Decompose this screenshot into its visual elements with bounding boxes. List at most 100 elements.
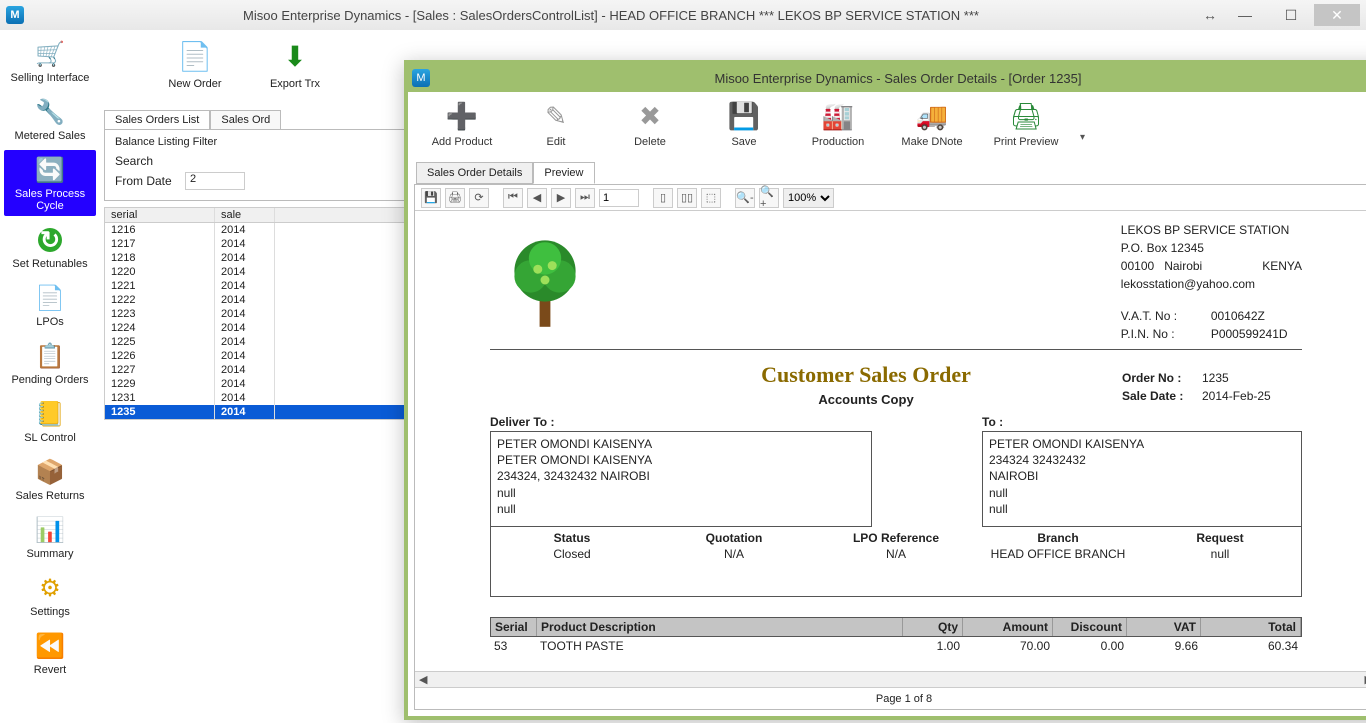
add-product-button[interactable]: ➕ Add Product	[426, 98, 498, 148]
toolbar-label: Print Preview	[994, 136, 1059, 148]
print-button[interactable]: 🖨	[445, 188, 465, 208]
toolbar-label: Production	[812, 136, 865, 148]
zoom-in-button[interactable]: 🔍+	[759, 188, 779, 208]
save-report-button[interactable]: 💾	[421, 188, 441, 208]
toolbar-label: Save	[731, 136, 756, 148]
nav-label: Sales Process Cycle	[6, 188, 94, 212]
new-order-icon: 📄	[175, 36, 215, 76]
page-width-button[interactable]: ⬚	[701, 188, 721, 208]
col-sale[interactable]: sale	[215, 208, 275, 222]
nav-set-retunables[interactable]: ↻Set Retunables	[4, 220, 96, 274]
status-box: StatusClosedQuotationN/ALPO ReferenceN/A…	[490, 527, 1302, 597]
company-info: LEKOS BP SERVICE STATION P.O. Box 12345 …	[1121, 215, 1302, 345]
ledger-icon: 📒	[30, 398, 70, 430]
report-meta: Order No :1235 Sale Date :2014-Feb-25	[1122, 371, 1302, 407]
print-dropdown-icon[interactable]: ▾	[1080, 118, 1085, 143]
tab-sales-order-details[interactable]: Sales Order Details	[416, 162, 533, 184]
horizontal-scrollbar[interactable]: ◀▶	[415, 671, 1366, 687]
nav-summary[interactable]: 📊Summary	[4, 510, 96, 564]
zoom-select[interactable]: 100%	[783, 188, 834, 208]
zoom-out-button[interactable]: 🔍-	[735, 188, 755, 208]
app-icon: M	[6, 6, 24, 24]
nav-label: Metered Sales	[15, 130, 86, 142]
nav-metered-sales[interactable]: 🔧 Metered Sales	[4, 92, 96, 146]
delete-button[interactable]: ✖Delete	[614, 98, 686, 148]
to-box: PETER OMONDI KAISENYA234324 32432432NAIR…	[982, 431, 1302, 527]
add-product-icon: ➕	[443, 98, 481, 134]
export-trx-button[interactable]: ⬇Export Trx	[260, 30, 330, 90]
nav-sales-process-cycle[interactable]: 🔄Sales Process Cycle	[4, 150, 96, 216]
multi-page-button[interactable]: ▯▯	[677, 188, 697, 208]
production-button[interactable]: 🏭 Production	[802, 98, 874, 148]
edit-button[interactable]: ✎ Edit	[520, 98, 592, 148]
tab-sales-ord[interactable]: Sales Ord	[210, 110, 281, 129]
print-preview-button[interactable]: 🖨Print Preview	[990, 98, 1062, 148]
company-email: lekosstation@yahoo.com	[1121, 275, 1302, 293]
new-order-button[interactable]: 📄 New Order	[160, 30, 230, 90]
company-logo	[490, 215, 600, 345]
fromdate-label: From Date	[115, 174, 185, 188]
fromdate-input[interactable]: 2	[185, 172, 245, 190]
wrench-icon: 🔧	[30, 96, 70, 128]
factory-icon: 🏭	[819, 98, 857, 134]
col-qty: Qty	[903, 618, 963, 636]
tab-preview[interactable]: Preview	[533, 162, 594, 184]
make-dnote-button[interactable]: 🚚Make DNote	[896, 98, 968, 148]
company-city: Nairobi	[1164, 257, 1202, 275]
next-page-button[interactable]: ▶	[551, 188, 571, 208]
sidebar-nav: 🛒Selling Interface 🔧Metered Sales 🔄Sales…	[0, 30, 100, 723]
app-icon: M	[412, 69, 430, 87]
toolbar-label: Edit	[547, 136, 566, 148]
close-button[interactable]: ✕	[1314, 4, 1360, 26]
maximize-button[interactable]: ☐	[1268, 4, 1314, 26]
cycle-icon: 🔄	[30, 154, 70, 186]
tab-sales-orders-list[interactable]: Sales Orders List	[104, 110, 210, 129]
minimize-button[interactable]: —	[1222, 4, 1268, 26]
first-page-button[interactable]: ⏮	[503, 188, 523, 208]
rewind-icon: ⏪	[30, 630, 70, 662]
company-postal: 00100	[1121, 257, 1154, 275]
page-number-input[interactable]	[599, 189, 639, 207]
to-label: To :	[982, 415, 1302, 429]
col-serial[interactable]: serial	[105, 208, 215, 222]
col-discount: Discount	[1053, 618, 1127, 636]
col-amount: Amount	[963, 618, 1053, 636]
col-description: Product Description	[537, 618, 903, 636]
pin-label: P.I.N. No :	[1121, 325, 1201, 343]
report-subtitle: Accounts Copy	[610, 392, 1122, 407]
toolbar-label: Add Product	[432, 136, 493, 148]
toolbar-label: New Order	[168, 78, 221, 90]
sale-date-label: Sale Date :	[1122, 389, 1202, 403]
save-button[interactable]: 💾 Save	[708, 98, 780, 148]
save-icon: 💾	[725, 98, 763, 134]
preview-toolbar: 💾 🖨 ⟳ ⏮ ◀ ▶ ⏭ ▯ ▯▯ ⬚ 🔍- 🔍+ 100%	[415, 185, 1366, 211]
box-icon: 📦	[30, 456, 70, 488]
nav-lpos[interactable]: 📄LPOs	[4, 278, 96, 332]
last-page-button[interactable]: ⏭	[575, 188, 595, 208]
tree-icon	[500, 225, 590, 335]
company-name: LEKOS BP SERVICE STATION	[1121, 221, 1302, 239]
company-country: KENYA	[1262, 257, 1302, 275]
refresh-button[interactable]: ⟳	[469, 188, 489, 208]
nav-pending-orders[interactable]: 📋Pending Orders	[4, 336, 96, 390]
nav-label: SL Control	[24, 432, 76, 444]
nav-settings[interactable]: ⚙Settings	[4, 568, 96, 622]
nav-revert[interactable]: ⏪Revert	[4, 626, 96, 680]
preview-area: 💾 🖨 ⟳ ⏮ ◀ ▶ ⏭ ▯ ▯▯ ⬚ 🔍- 🔍+ 100%	[414, 184, 1366, 710]
nav-label: Sales Returns	[15, 490, 84, 502]
items-table: Serial Product Description Qty Amount Di…	[490, 617, 1302, 655]
edit-icon: ✎	[537, 98, 575, 134]
chart-icon: 📊	[30, 514, 70, 546]
document-canvas: LEKOS BP SERVICE STATION P.O. Box 12345 …	[415, 211, 1366, 687]
single-page-button[interactable]: ▯	[653, 188, 673, 208]
nav-sl-control[interactable]: 📒 SL Control	[4, 394, 96, 448]
prev-page-button[interactable]: ◀	[527, 188, 547, 208]
deliver-to-box: PETER OMONDI KAISENYAPETER OMONDI KAISEN…	[490, 431, 872, 527]
nav-selling-interface[interactable]: 🛒Selling Interface	[4, 34, 96, 88]
col-serial: Serial	[491, 618, 537, 636]
nav-sales-returns[interactable]: 📦 Sales Returns	[4, 452, 96, 506]
resize-icon[interactable]: ↔	[1198, 7, 1222, 23]
page-status: Page 1 of 8	[415, 687, 1366, 709]
order-no-value: 1235	[1202, 371, 1302, 385]
toolbar-label: Delete	[634, 136, 666, 148]
